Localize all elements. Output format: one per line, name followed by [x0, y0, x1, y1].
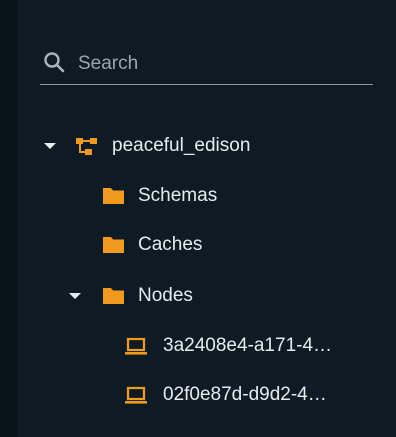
folder-icon: [102, 184, 126, 208]
tree-item-caches[interactable]: Caches: [102, 230, 202, 260]
laptop-icon: [124, 334, 148, 358]
caret-down-icon[interactable]: [67, 288, 83, 304]
tree-item-schemas[interactable]: Schemas: [102, 181, 217, 211]
tree-item-label: Schemas: [138, 185, 218, 206]
tree-item-label: Caches: [138, 234, 203, 255]
folder-icon: [102, 233, 126, 257]
tree-item-peaceful-edison[interactable]: peaceful_edison: [42, 131, 250, 161]
tree-item-label: 02f0e87d-d9d2-4…: [163, 384, 327, 405]
search-input[interactable]: [76, 48, 370, 80]
folder-icon: [102, 284, 126, 308]
search-box: [40, 44, 373, 85]
laptop-icon: [124, 383, 148, 407]
tree-item-label: Nodes: [138, 285, 193, 306]
tree-item-label: 3a2408e4-a171-4…: [163, 335, 333, 356]
tree-item-node[interactable]: 3a2408e4-a171-4…: [124, 331, 332, 361]
window-edge: [0, 0, 18, 437]
tree-item-node[interactable]: 02f0e87d-d9d2-4…: [124, 380, 327, 410]
cluster-icon: [74, 134, 98, 158]
tree-item-label: peaceful_edison: [112, 135, 251, 156]
caret-down-icon[interactable]: [42, 138, 58, 154]
search-icon: [42, 50, 66, 74]
tree-item-nodes[interactable]: Nodes: [67, 281, 193, 311]
